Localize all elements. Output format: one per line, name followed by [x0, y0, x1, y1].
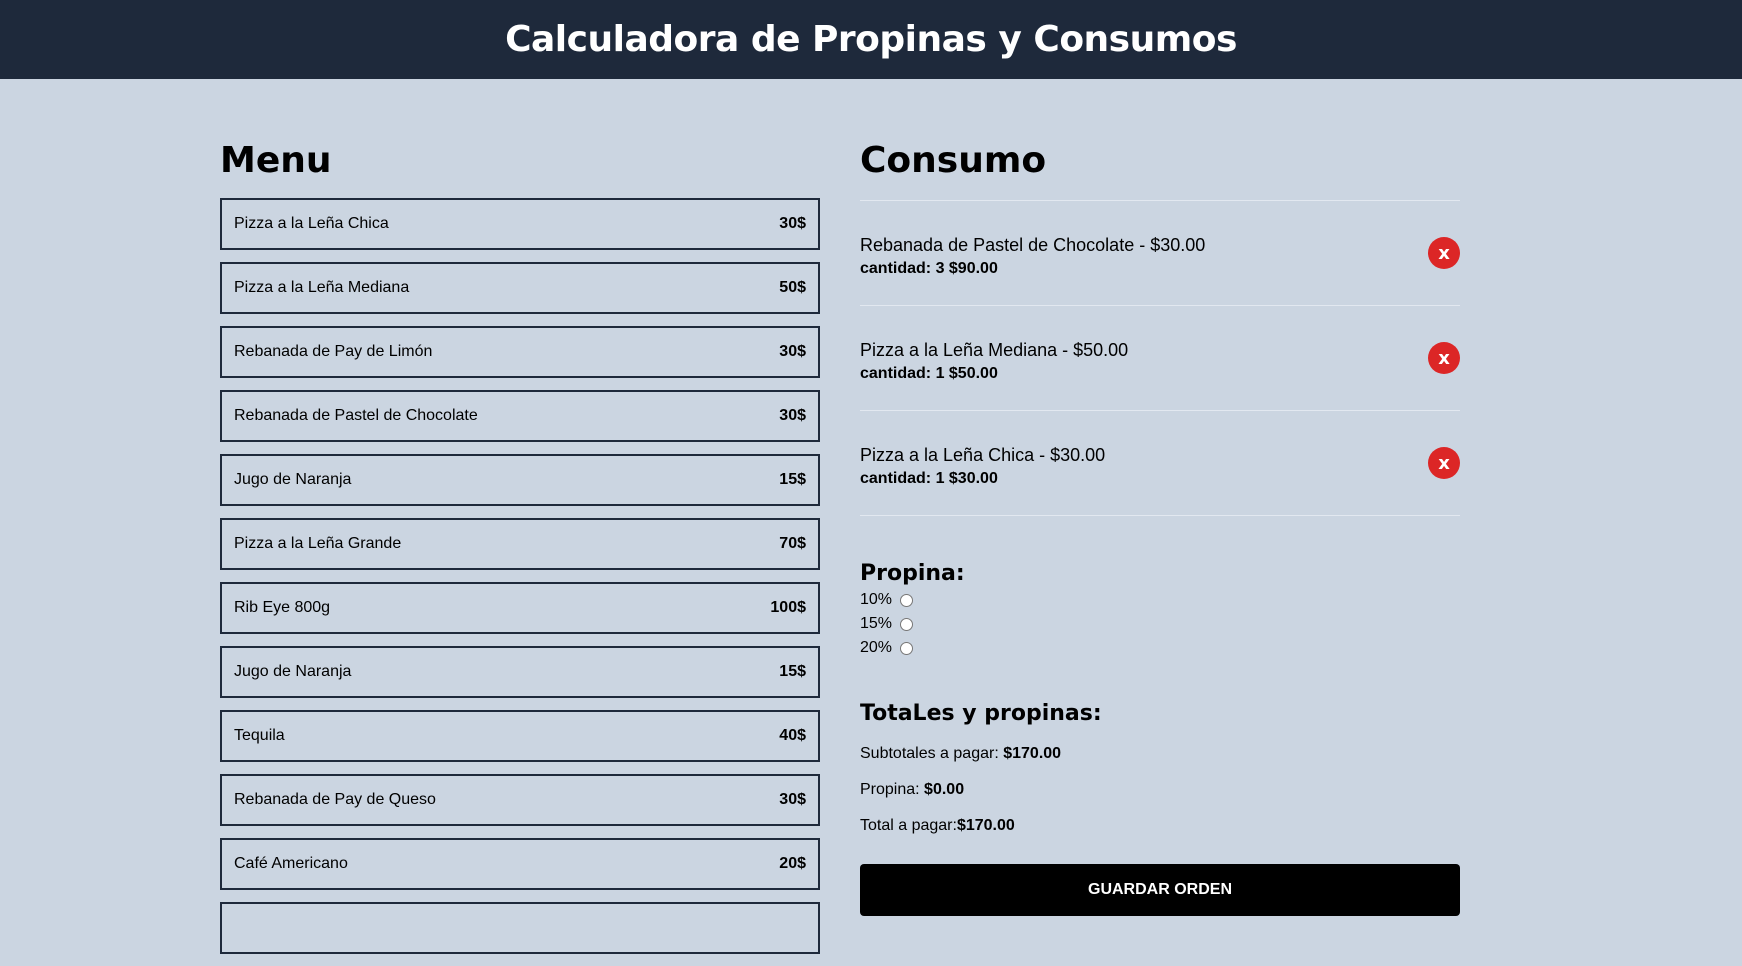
consumo-section: Consumo Rebanada de Pastel de Chocolate … — [860, 141, 1460, 916]
menu-item-price: 20$ — [779, 855, 806, 872]
menu-item[interactable]: Rebanada de Pastel de Chocolate 30$ — [220, 390, 820, 442]
order-item: Pizza a la Leña Chica - $30.00 cantidad:… — [860, 411, 1460, 516]
menu-item[interactable]: Rebanada de Pay de Queso 30$ — [220, 774, 820, 826]
order-info: Pizza a la Leña Mediana - $50.00 cantida… — [860, 334, 1128, 383]
menu-item-name: Rebanada de Pastel de Chocolate — [234, 407, 478, 424]
menu-item[interactable]: Café Americano 20$ — [220, 838, 820, 890]
subtotal-value: $170.00 — [1003, 745, 1062, 762]
menu-item-name: Pizza a la Leña Chica — [234, 215, 389, 232]
menu-item-partial[interactable] — [220, 902, 820, 954]
tip-section: Propina: 10% 15% 20% — [860, 560, 1460, 660]
tip-option-label: 15% — [860, 615, 893, 632]
menu-item[interactable]: Tequila 40$ — [220, 710, 820, 762]
tip-amount-label: Propina: — [860, 781, 925, 798]
total-line: Total a pagar:$170.00 — [860, 808, 1460, 844]
menu-item-price: 15$ — [779, 663, 806, 680]
menu-item-name: Pizza a la Leña Mediana — [234, 279, 410, 296]
menu-item-price: 30$ — [779, 407, 806, 424]
menu-item-price: 70$ — [779, 535, 806, 552]
menu-item[interactable]: Pizza a la Leña Chica 30$ — [220, 198, 820, 250]
menu-list: Pizza a la Leña Chica 30$ Pizza a la Leña… — [220, 198, 820, 954]
menu-item-name: Café Americano — [234, 855, 348, 872]
menu-title: Menu — [220, 140, 332, 181]
order-info: Pizza a la Leña Chica - $30.00 cantidad:… — [860, 439, 1105, 488]
tip-amount-value: $0.00 — [924, 781, 965, 798]
order-item: Rebanada de Pastel de Chocolate - $30.00… — [860, 201, 1460, 306]
menu-item-name: Tequila — [234, 727, 285, 744]
remove-order-button[interactable]: x — [1428, 342, 1460, 374]
menu-item[interactable]: Rebanada de Pay de Limón 30$ — [220, 326, 820, 378]
menu-item[interactable]: Pizza a la Leña Mediana 50$ — [220, 262, 820, 314]
tip-radio-15[interactable] — [900, 617, 914, 631]
order-quantity-total: cantidad: 1 $50.00 — [860, 364, 998, 382]
totals-section: TotaLes y propinas: Subtotales a pagar: … — [860, 700, 1460, 844]
order-item: Pizza a la Leña Mediana - $50.00 cantida… — [860, 306, 1460, 411]
order-list: Rebanada de Pastel de Chocolate - $30.00… — [860, 200, 1460, 516]
totals-title: TotaLes y propinas: — [860, 701, 1102, 726]
save-order-button[interactable]: GUARDAR ORDEN — [860, 864, 1460, 916]
subtotal-label: Subtotales a pagar: — [860, 745, 1004, 762]
order-name-price: Pizza a la Leña Chica - $30.00 — [860, 444, 1106, 465]
menu-section: Menu Pizza a la Leña Chica 30$ Pizza a la… — [220, 141, 820, 966]
menu-item-price: 30$ — [779, 215, 806, 232]
menu-item-name: Rebanada de Pay de Limón — [234, 343, 433, 360]
consumo-title: Consumo — [860, 140, 1047, 181]
menu-item[interactable]: Jugo de Naranja 15$ — [220, 646, 820, 698]
tip-option-10[interactable]: 10% — [860, 588, 1460, 612]
order-name-price: Pizza a la Leña Mediana - $50.00 — [860, 339, 1129, 360]
menu-item-price: 15$ — [779, 471, 806, 488]
menu-item-price: 40$ — [779, 727, 806, 744]
tip-option-label: 20% — [860, 639, 893, 656]
menu-item-price: 50$ — [779, 279, 806, 296]
menu-item-price: 30$ — [779, 791, 806, 808]
total-value: $170.00 — [956, 817, 1015, 834]
menu-item-name: Rib Eye 800g — [234, 599, 331, 616]
order-info: Rebanada de Pastel de Chocolate - $30.00… — [860, 229, 1205, 278]
menu-item[interactable]: Rib Eye 800g 100$ — [220, 582, 820, 634]
menu-item-price: 30$ — [779, 343, 806, 360]
tip-radio-10[interactable] — [900, 593, 914, 607]
remove-order-button[interactable]: x — [1428, 237, 1460, 269]
order-name-price: Rebanada de Pastel de Chocolate - $30.00 — [860, 234, 1206, 255]
menu-item-name: Jugo de Naranja — [234, 663, 352, 680]
page-title: Calculadora de Propinas y Consumos — [505, 19, 1237, 60]
total-label: Total a pagar: — [860, 817, 957, 834]
remove-order-button[interactable]: x — [1428, 447, 1460, 479]
menu-item[interactable]: Pizza a la Leña Grande 70$ — [220, 518, 820, 570]
subtotal-line: Subtotales a pagar: $170.00 — [860, 736, 1460, 772]
menu-item[interactable]: Jugo de Naranja 15$ — [220, 454, 820, 506]
menu-item-price: 100$ — [770, 599, 806, 616]
order-quantity-total: cantidad: 1 $30.00 — [860, 469, 998, 487]
tip-amount-line: Propina: $0.00 — [860, 772, 1460, 808]
menu-item-name: Jugo de Naranja — [234, 471, 352, 488]
menu-item-name: Rebanada de Pay de Queso — [234, 791, 436, 808]
tip-option-15[interactable]: 15% — [860, 612, 1460, 636]
order-quantity-total: cantidad: 3 $90.00 — [860, 259, 998, 277]
tip-option-label: 10% — [860, 591, 893, 608]
tip-option-20[interactable]: 20% — [860, 636, 1460, 660]
menu-item-name: Pizza a la Leña Grande — [234, 535, 402, 552]
tip-radio-20[interactable] — [900, 641, 914, 655]
tip-title: Propina: — [860, 561, 965, 586]
app-header: Calculadora de Propinas y Consumos — [0, 0, 1742, 79]
